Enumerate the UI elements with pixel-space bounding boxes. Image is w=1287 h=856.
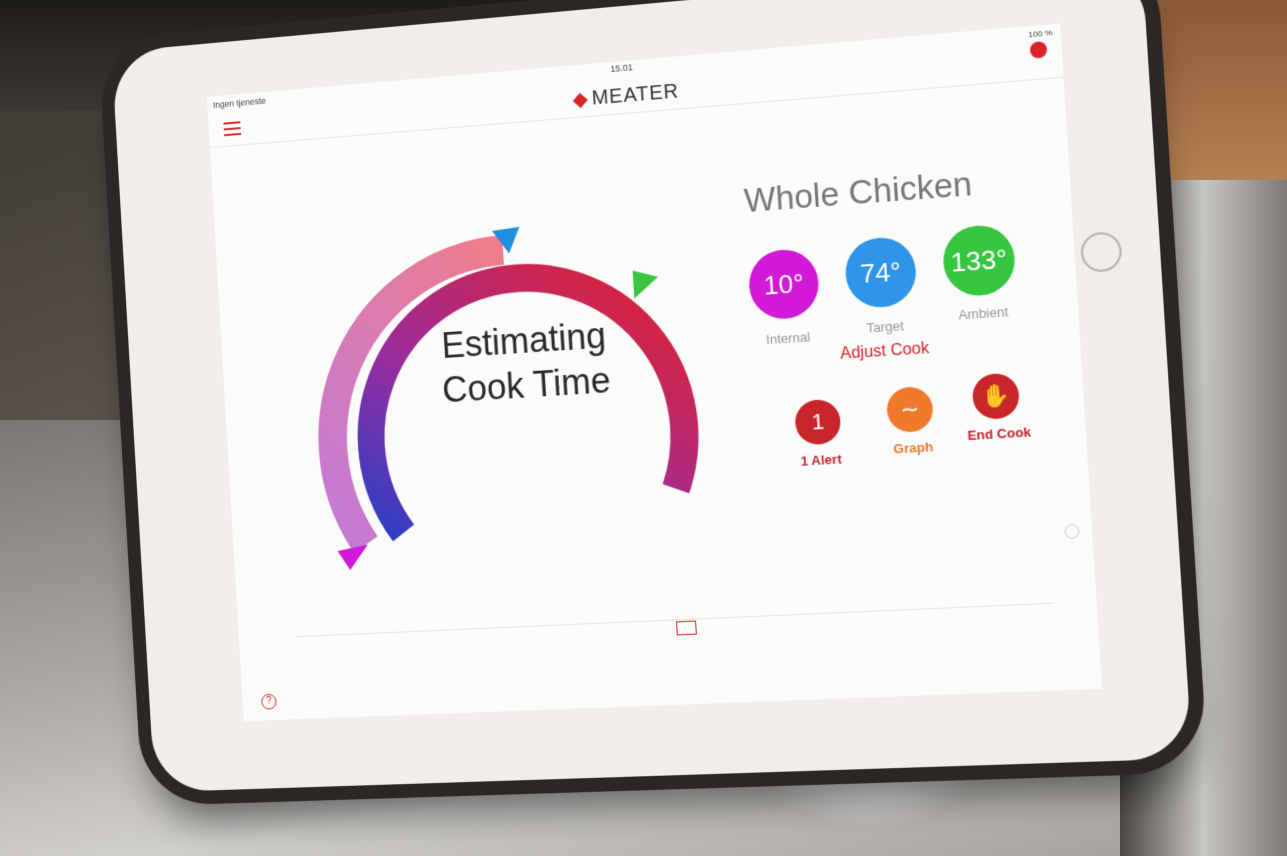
end-cook-hand-icon[interactable]: ✋ bbox=[971, 372, 1021, 421]
cook-status-text: Estimating Cook Time bbox=[440, 314, 612, 411]
ipad-tablet: Ingen tjeneste 15.01 100 % ◆MEATER Estim… bbox=[111, 0, 1193, 793]
end-cook-button[interactable]: End Cook bbox=[957, 424, 1042, 444]
app-header: ◆MEATER bbox=[207, 37, 1064, 149]
ambient-temp-badge: 133° bbox=[941, 223, 1017, 298]
graph-icon[interactable]: ∼ bbox=[885, 385, 935, 434]
graph-button[interactable]: Graph bbox=[872, 438, 956, 458]
target-temp-badge[interactable]: 74° bbox=[843, 235, 918, 310]
edit-note-icon[interactable] bbox=[676, 620, 697, 636]
alert-bell-icon[interactable]: 1 bbox=[794, 398, 842, 446]
home-button[interactable] bbox=[1079, 231, 1123, 274]
app-brand: ◆MEATER bbox=[572, 78, 680, 112]
alert-button[interactable]: 1 Alert bbox=[780, 450, 863, 470]
internal-temp-badge: 10° bbox=[747, 247, 821, 321]
app-screen: Ingen tjeneste 15.01 100 % ◆MEATER Estim… bbox=[206, 23, 1103, 722]
ambient-marker-icon bbox=[632, 268, 660, 299]
alert-count: 1 bbox=[810, 408, 825, 435]
internal-marker-icon bbox=[337, 544, 370, 571]
internal-label: Internal bbox=[765, 329, 811, 348]
divider bbox=[295, 602, 1055, 638]
settings-icon[interactable] bbox=[1064, 523, 1080, 540]
menu-list-icon[interactable] bbox=[223, 121, 242, 138]
help-icon[interactable]: ? bbox=[260, 693, 277, 710]
target-label: Target bbox=[865, 317, 905, 336]
hand-icon[interactable] bbox=[1029, 40, 1048, 59]
cook-title: Whole Chicken bbox=[742, 164, 974, 220]
adjust-cook-link[interactable]: Adjust Cook bbox=[840, 340, 930, 364]
ambient-label: Ambient bbox=[957, 303, 1009, 323]
status-time: 15.01 bbox=[610, 62, 634, 75]
brand-name: MEATER bbox=[591, 80, 680, 110]
meater-logo-icon: ◆ bbox=[571, 87, 590, 112]
